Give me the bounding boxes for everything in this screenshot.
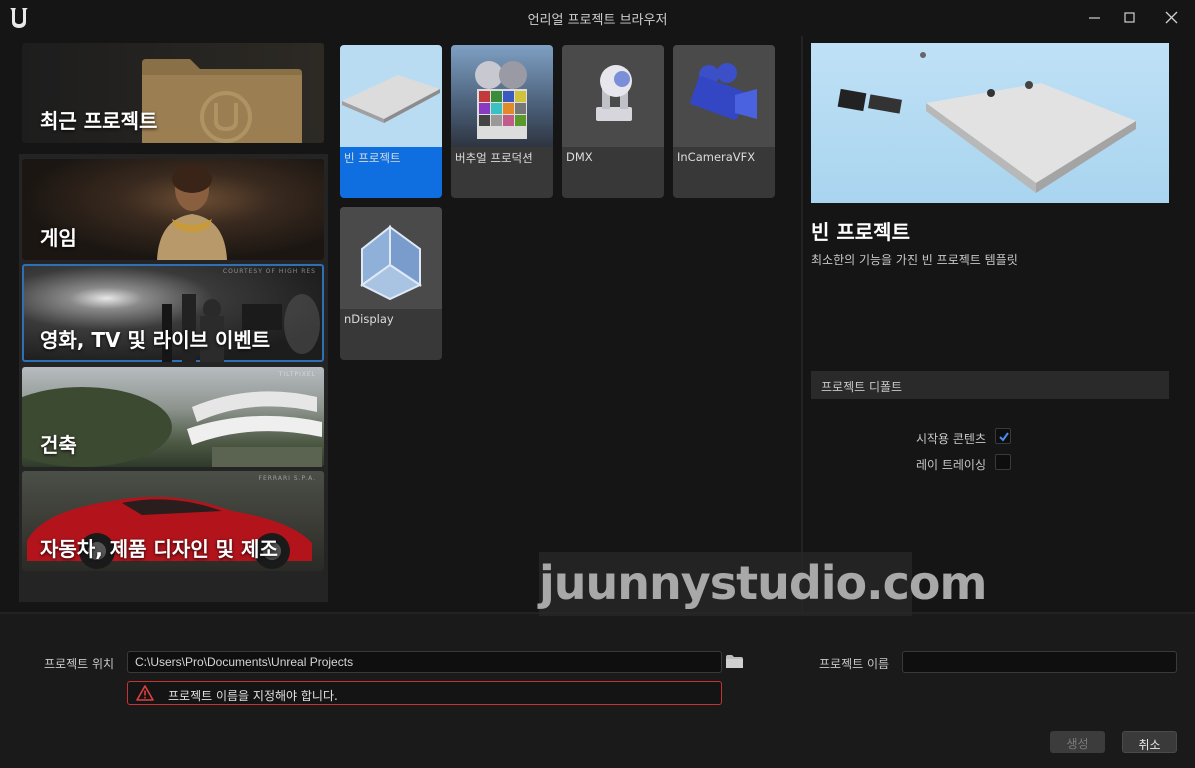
starter-content-label: 시작용 콘텐츠 xyxy=(915,432,986,446)
checker-plane-preview xyxy=(837,52,1136,193)
category-label: 자동차, 제품 디자인 및 제조 xyxy=(40,537,278,561)
template-thumbnail xyxy=(340,207,442,309)
project-defaults-header[interactable]: 프로젝트 디폴트 xyxy=(811,371,1169,399)
template-name: InCameraVFX xyxy=(677,150,756,164)
category-label: 최근 프로젝트 xyxy=(40,109,158,133)
close-icon xyxy=(1165,11,1178,24)
category-film-tv-live[interactable]: COURTESY OF HIGH RES 영화, TV 및 라이브 이벤트 xyxy=(22,264,324,362)
category-automotive[interactable]: FERRARI S.P.A. 자동차, 제품 디자인 및 제조 xyxy=(22,471,324,571)
watermark-text: juunnystudio.com xyxy=(539,556,987,610)
category-recent-projects[interactable]: 최근 프로젝트 xyxy=(22,43,324,143)
template-title: 빈 프로젝트 xyxy=(811,220,910,244)
project-location-input[interactable]: C:\Users\Pro\Documents\Unreal Projects xyxy=(127,651,722,673)
template-thumbnail xyxy=(562,45,664,147)
folder-icon xyxy=(142,59,302,143)
category-games[interactable]: 게임 xyxy=(22,159,324,260)
template-preview-image xyxy=(811,43,1169,203)
panel-divider xyxy=(801,36,803,612)
ray-tracing-label: 레이 트레이싱 xyxy=(915,458,986,472)
category-label: 영화, TV 및 라이브 이벤트 xyxy=(40,328,271,352)
minimize-button[interactable] xyxy=(1075,0,1115,36)
cancel-button[interactable]: 취소 xyxy=(1122,731,1177,753)
category-architecture[interactable]: TILTPIXEL 건축 xyxy=(22,367,324,467)
template-name: DMX xyxy=(566,150,593,164)
template-thumbnail xyxy=(451,45,553,147)
template-thumbnail xyxy=(673,45,775,147)
template-name: 버추얼 프로덕션 xyxy=(455,151,533,165)
close-button[interactable] xyxy=(1152,0,1192,36)
ndisplay-icon xyxy=(360,224,423,301)
category-label: 건축 xyxy=(40,433,77,457)
minimize-icon xyxy=(1089,17,1100,19)
folder-browse-icon[interactable] xyxy=(726,655,743,668)
template-ndisplay[interactable]: nDisplay xyxy=(340,207,442,360)
template-name: 빈 프로젝트 xyxy=(344,151,401,165)
project-name-label: 프로젝트 이름 xyxy=(819,657,890,671)
template-description: 최소한의 기능을 가진 빈 프로젝트 템플릿 xyxy=(811,253,1018,267)
template-virtual-production[interactable]: 버추얼 프로덕션 xyxy=(451,45,553,198)
camera-icon xyxy=(690,63,757,120)
watermark: juunnystudio.com xyxy=(539,552,987,616)
maximize-icon xyxy=(1124,12,1135,23)
section-label: 프로젝트 디폴트 xyxy=(821,380,903,394)
warning-icon xyxy=(136,685,154,701)
create-button[interactable]: 생성 xyxy=(1050,731,1105,753)
project-location-label: 프로젝트 위치 xyxy=(44,657,115,671)
category-label: 게임 xyxy=(40,226,77,250)
checkmark-icon xyxy=(999,432,1009,442)
template-thumbnail xyxy=(340,45,442,147)
maximize-button[interactable] xyxy=(1110,0,1150,36)
character-illustration xyxy=(157,165,227,260)
template-incameravfx[interactable]: InCameraVFX xyxy=(673,45,775,198)
color-chart-icon xyxy=(475,61,527,139)
error-message: 프로젝트 이름을 지정해야 합니다. xyxy=(127,681,722,705)
checker-plane-icon xyxy=(342,75,440,123)
error-text: 프로젝트 이름을 지정해야 합니다. xyxy=(168,689,338,703)
template-name: nDisplay xyxy=(344,312,394,326)
image-credit: COURTESY OF HIGH RES xyxy=(222,268,316,275)
image-credit: TILTPIXEL xyxy=(278,371,316,378)
title-bar: 언리얼 프로젝트 브라우저 xyxy=(0,0,1195,36)
image-credit: FERRARI S.P.A. xyxy=(258,475,316,482)
stage-light-icon xyxy=(596,65,632,121)
ray-tracing-checkbox[interactable] xyxy=(995,454,1011,470)
template-blank[interactable]: 빈 프로젝트 xyxy=(340,45,442,198)
starter-content-checkbox[interactable] xyxy=(995,428,1011,444)
window-title: 언리얼 프로젝트 브라우저 xyxy=(527,13,668,28)
project-name-input[interactable] xyxy=(902,651,1177,673)
template-dmx[interactable]: DMX xyxy=(562,45,664,198)
